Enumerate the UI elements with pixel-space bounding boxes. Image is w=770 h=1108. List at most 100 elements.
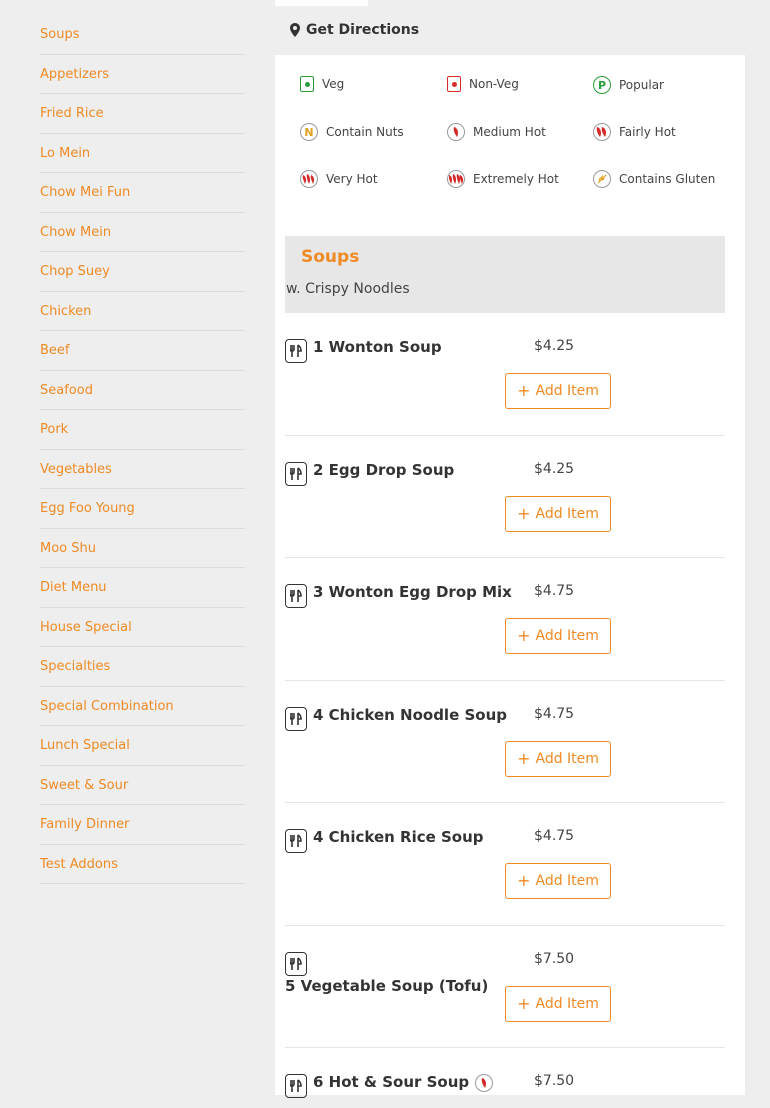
chili-two-icon	[593, 123, 611, 141]
add-item-button[interactable]: + Add Item	[505, 618, 611, 654]
legend-veg-label: Veg	[322, 77, 345, 91]
plus-icon: +	[517, 626, 531, 645]
menu-item: 6 Hot & Sour Soup $7.50	[285, 1048, 725, 1108]
menu-item: 4 Chicken Rice Soup $4.75 + Add Item	[285, 803, 725, 926]
fork-knife-icon	[285, 952, 307, 976]
item-price: $4.75	[534, 828, 575, 844]
active-tab-stub[interactable]	[275, 0, 368, 6]
legend-nuts-label: Contain Nuts	[326, 125, 404, 139]
legend-popular: P Popular	[593, 74, 664, 96]
item-name-text: 6 Hot & Sour Soup	[313, 1073, 470, 1091]
add-item-label: Add Item	[535, 873, 599, 889]
menu-item: 3 Wonton Egg Drop Mix $4.75 + Add Item	[285, 558, 725, 681]
popular-icon: P	[593, 76, 611, 94]
chili-four-icon	[447, 170, 465, 188]
map-pin-icon	[290, 23, 300, 37]
legend-nuts: N Contain Nuts	[300, 121, 404, 143]
menu-item: 4 Chicken Noodle Soup $4.75 + Add Item	[285, 681, 725, 803]
add-item-button[interactable]: + Add Item	[505, 863, 611, 899]
legend-gluten-label: Contains Gluten	[619, 172, 716, 186]
add-item-button[interactable]: + Add Item	[505, 741, 611, 777]
chili-one-icon	[447, 123, 465, 141]
menu-item: 2 Egg Drop Soup $4.25 + Add Item	[285, 436, 725, 558]
sidebar-item-chop-suey[interactable]: Chop Suey	[40, 252, 245, 292]
section-header-soups: Soups w. Crispy Noodles	[285, 236, 725, 313]
legend-very-hot: Very Hot	[300, 168, 378, 190]
sidebar-item-seafood[interactable]: Seafood	[40, 371, 245, 410]
legend-very-hot-label: Very Hot	[326, 172, 378, 186]
sidebar-item-sweet-sour[interactable]: Sweet & Sour	[40, 766, 245, 805]
legend-fairly-hot-label: Fairly Hot	[619, 125, 676, 139]
sidebar-item-family-dinner[interactable]: Family Dinner	[40, 805, 245, 845]
sidebar-item-appetizers[interactable]: Appetizers	[40, 55, 245, 94]
sidebar-item-beef[interactable]: Beef	[40, 331, 245, 371]
item-price: $7.50	[534, 1073, 575, 1089]
fork-knife-icon	[285, 339, 307, 363]
get-directions-link[interactable]: Get Directions	[290, 20, 419, 40]
get-directions-label: Get Directions	[306, 22, 420, 38]
legend-popular-label: Popular	[619, 78, 664, 92]
add-item-button[interactable]: + Add Item	[505, 986, 611, 1022]
item-name[interactable]: 5 Vegetable Soup (Tofu)	[285, 977, 488, 995]
add-item-button[interactable]: + Add Item	[505, 496, 611, 532]
item-name[interactable]: 1 Wonton Soup	[313, 338, 442, 356]
sidebar-item-special-combination[interactable]: Special Combination	[40, 687, 245, 726]
sidebar-item-pork[interactable]: Pork	[40, 410, 245, 450]
menu-item: 1 Wonton Soup $4.25 + Add Item	[285, 313, 725, 436]
section-description: w. Crispy Noodles	[286, 281, 410, 297]
fork-knife-icon	[285, 829, 307, 853]
item-price: $4.75	[534, 706, 575, 722]
legend-extremely-hot: Extremely Hot	[447, 168, 559, 190]
sidebar-item-vegetables[interactable]: Vegetables	[40, 450, 245, 489]
sidebar-item-lunch-special[interactable]: Lunch Special	[40, 726, 245, 766]
item-name[interactable]: 3 Wonton Egg Drop Mix	[313, 583, 512, 601]
item-price: $7.50	[534, 951, 575, 967]
add-item-button[interactable]: + Add Item	[505, 373, 611, 409]
add-item-label: Add Item	[535, 751, 599, 767]
sidebar-item-chicken[interactable]: Chicken	[40, 292, 245, 331]
sidebar-item-egg-foo-young[interactable]: Egg Foo Young	[40, 489, 245, 529]
plus-icon: +	[517, 749, 531, 768]
item-name[interactable]: 4 Chicken Noodle Soup	[313, 706, 507, 724]
section-title: Soups	[301, 247, 360, 267]
item-price: $4.25	[534, 461, 575, 477]
sidebar-item-chow-mein[interactable]: Chow Mein	[40, 213, 245, 252]
legend-medium-hot-label: Medium Hot	[473, 125, 546, 139]
menu-item: 5 Vegetable Soup (Tofu) $7.50 + Add Item	[285, 926, 725, 1048]
item-price: $4.25	[534, 338, 575, 354]
chili-one-icon	[475, 1073, 494, 1092]
menu-panel: Veg Non-Veg P Popular N Contain Nuts Med…	[275, 55, 745, 1098]
item-name[interactable]: 4 Chicken Rice Soup	[313, 828, 484, 846]
wheat-icon	[593, 170, 611, 188]
sidebar-item-test-addons[interactable]: Test Addons	[40, 845, 245, 884]
nuts-icon: N	[300, 123, 318, 141]
fork-knife-icon	[285, 584, 307, 608]
legend-veg: Veg	[300, 73, 344, 95]
fork-knife-icon	[285, 462, 307, 486]
legend-extremely-hot-label: Extremely Hot	[473, 172, 559, 186]
sidebar-item-lo-mein[interactable]: Lo Mein	[40, 134, 245, 173]
plus-icon: +	[517, 871, 531, 890]
sidebar-item-diet-menu[interactable]: Diet Menu	[40, 568, 245, 608]
legend-medium-hot: Medium Hot	[447, 121, 546, 143]
plus-icon: +	[517, 381, 531, 400]
item-name[interactable]: 6 Hot & Sour Soup	[313, 1073, 494, 1092]
add-item-label: Add Item	[535, 628, 599, 644]
sidebar-item-specialties[interactable]: Specialties	[40, 647, 245, 687]
plus-icon: +	[517, 994, 531, 1013]
legend-non-veg: Non-Veg	[447, 73, 519, 95]
non-veg-icon	[447, 76, 461, 92]
legend-non-veg-label: Non-Veg	[469, 77, 519, 91]
sidebar-item-chow-mei-fun[interactable]: Chow Mei Fun	[40, 173, 245, 213]
sidebar-item-fried-rice[interactable]: Fried Rice	[40, 94, 245, 134]
chili-three-icon	[300, 170, 318, 188]
sidebar-item-soups[interactable]: Soups	[40, 15, 245, 55]
item-price: $4.75	[534, 583, 575, 599]
sidebar-item-moo-shu[interactable]: Moo Shu	[40, 529, 245, 568]
add-item-label: Add Item	[535, 506, 599, 522]
sidebar-item-house-special[interactable]: House Special	[40, 608, 245, 647]
item-name[interactable]: 2 Egg Drop Soup	[313, 461, 454, 479]
category-sidebar: Soups Appetizers Fried Rice Lo Mein Chow…	[40, 15, 245, 884]
fork-knife-icon	[285, 1074, 307, 1098]
legend-fairly-hot: Fairly Hot	[593, 121, 676, 143]
